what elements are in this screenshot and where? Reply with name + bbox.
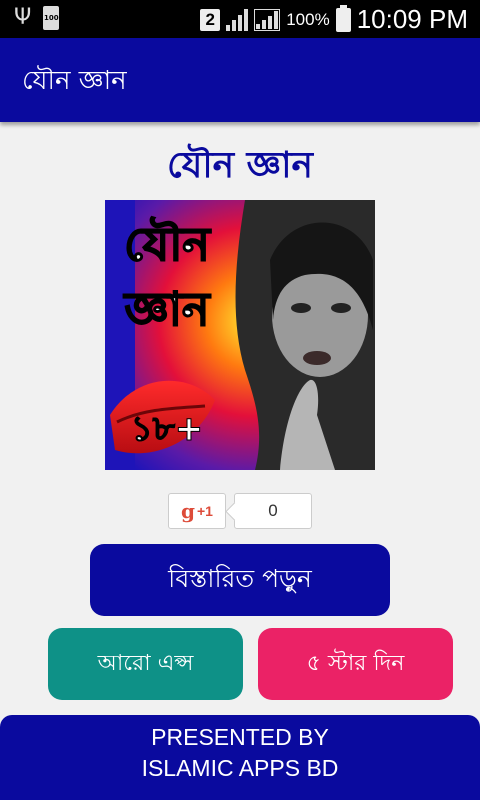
rate-five-star-label: ৫ স্টার দিন xyxy=(306,650,405,676)
gplus-button[interactable]: g +1 xyxy=(168,493,226,529)
more-apps-button[interactable]: আরো এপ্স xyxy=(48,628,243,700)
app-bar-title: যৌন জ্ঞান xyxy=(22,66,127,96)
banner-image: যৌন জ্ঞান ১৮+ xyxy=(105,200,375,470)
gplus-count: 0 xyxy=(234,493,312,529)
rate-five-star-button[interactable]: ৫ স্টার দিন xyxy=(258,628,453,700)
usb-icon: Ψ xyxy=(14,5,32,30)
read-details-button[interactable]: বিস্তারিত পড়ুন xyxy=(90,544,390,616)
gplus-widget: g +1 0 xyxy=(168,493,312,529)
battery-small-icon: 100 xyxy=(43,6,60,30)
app-bar: যৌন জ্ঞান xyxy=(0,38,480,122)
banner-title-line1: যৌন xyxy=(124,217,211,271)
battery-percent: 100% xyxy=(286,9,330,29)
footer-line1: PRESENTED BY xyxy=(151,724,329,750)
banner-age-label: ১৮+ xyxy=(131,409,204,449)
status-bar: Ψ 100 2 100% 10:09 PM xyxy=(0,0,480,38)
footer-banner[interactable]: PRESENTED BY ISLAMIC APPS BD xyxy=(0,715,480,800)
gplus-icon: g xyxy=(181,499,195,523)
banner-title-line2: জ্ঞান xyxy=(123,282,211,336)
page-title: যৌন জ্ঞান xyxy=(166,145,314,186)
footer-line2: ISLAMIC APPS BD xyxy=(141,755,339,781)
signal-icon xyxy=(226,8,249,31)
sim-icon: 2 xyxy=(200,8,221,31)
signal-icon-2 xyxy=(254,8,281,31)
more-apps-label: আরো এপ্স xyxy=(97,650,194,676)
gplus-plus-label: +1 xyxy=(197,503,213,519)
clock: 10:09 PM xyxy=(356,4,468,34)
read-details-label: বিস্তারিত পড়ুন xyxy=(168,563,312,593)
battery-icon xyxy=(335,4,351,32)
